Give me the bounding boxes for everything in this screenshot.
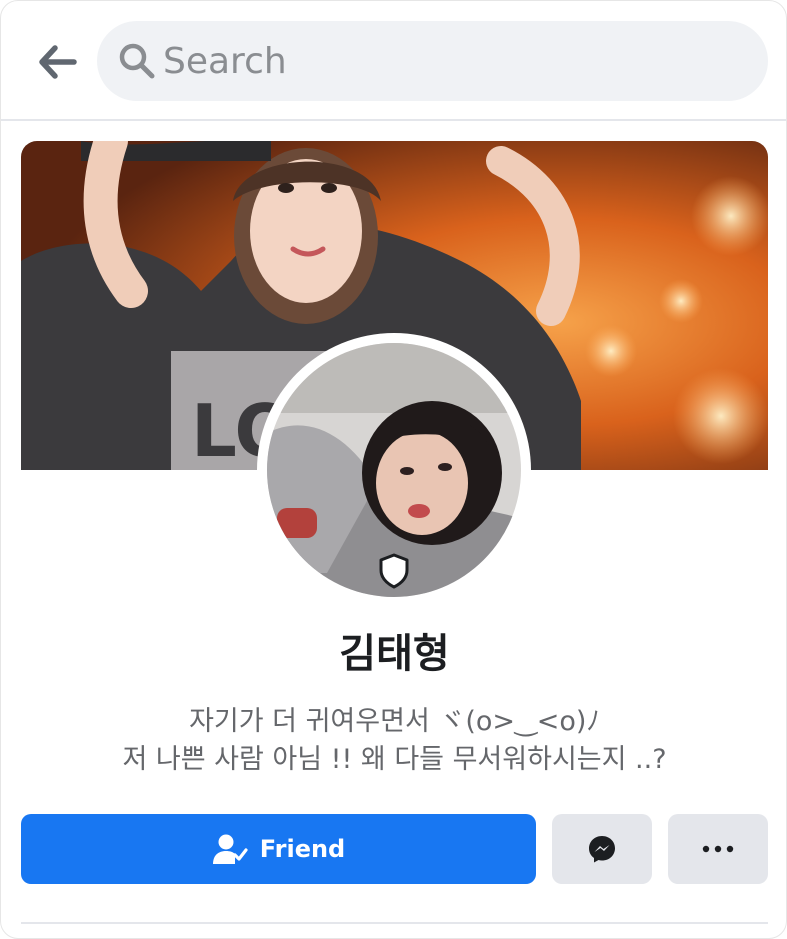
- message-button[interactable]: [552, 814, 652, 884]
- profile-screen: LO: [0, 0, 787, 939]
- person-check-icon: [212, 834, 248, 864]
- friend-button-label: Friend: [259, 835, 346, 863]
- more-button[interactable]: [668, 814, 768, 884]
- profile-bio-line-1: 자기가 더 귀여우면서 ヾ(o>‿<o)ﾉ: [189, 706, 600, 737]
- messenger-icon: [589, 836, 615, 863]
- top-bar: [1, 1, 786, 121]
- arrow-left-icon: [39, 45, 77, 79]
- profile-name: 김태형: [339, 631, 450, 677]
- search-icon: [117, 41, 157, 81]
- search-input[interactable]: [163, 31, 723, 91]
- search-bar[interactable]: [97, 21, 768, 101]
- section-divider: [21, 922, 768, 924]
- shield-icon: [376, 551, 412, 591]
- friend-button[interactable]: Friend: [21, 814, 536, 884]
- profile-bio-line-2: 저 나쁜 사람 아님 !! 왜 다들 무서워하시는지 ..?: [122, 744, 667, 775]
- more-dots-icon: [702, 845, 734, 853]
- back-button[interactable]: [31, 37, 85, 87]
